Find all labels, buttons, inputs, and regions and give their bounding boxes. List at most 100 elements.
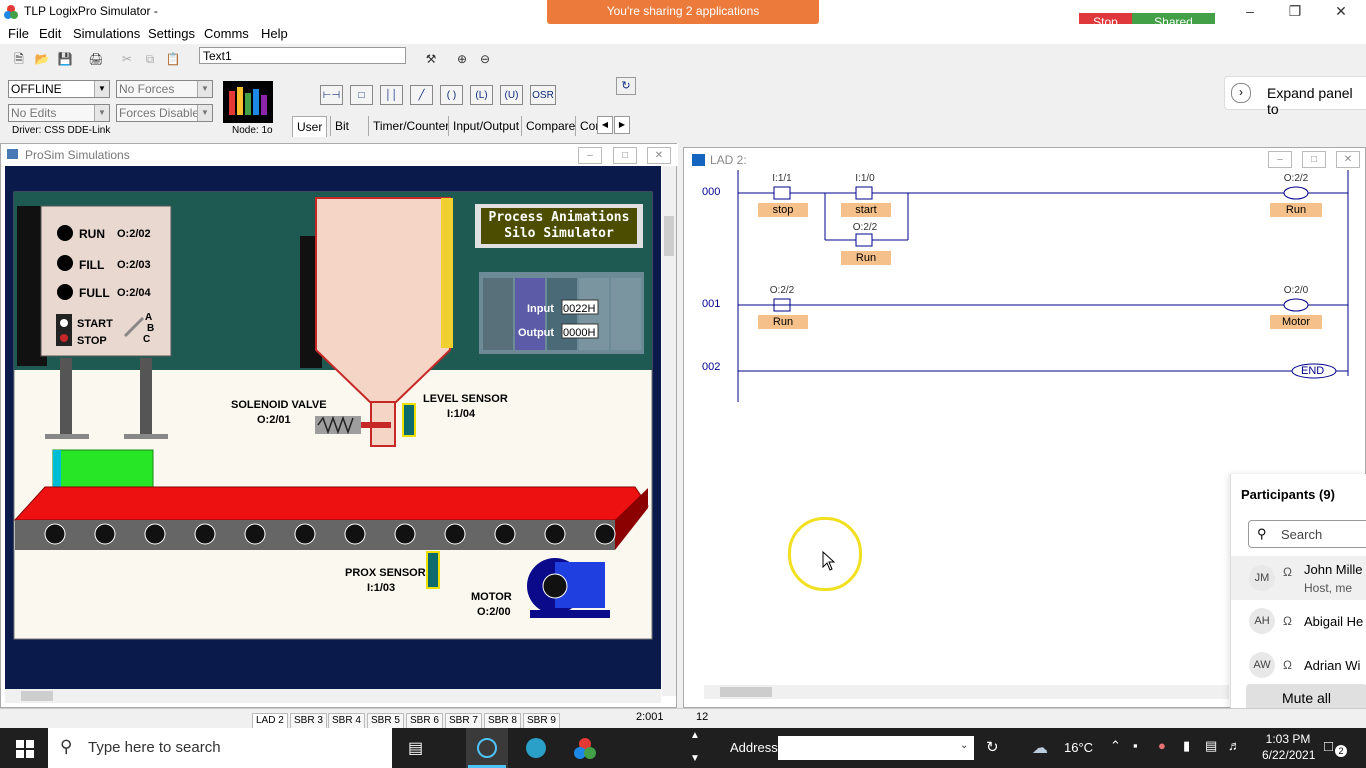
refresh-icon[interactable]: ↻: [986, 738, 999, 756]
rung-number[interactable]: 002: [702, 361, 720, 373]
horizontal-scrollbar[interactable]: [5, 689, 661, 703]
instr-branch-icon[interactable]: ⊢⊣: [320, 85, 343, 105]
tab-lad-2[interactable]: LAD 2: [252, 713, 288, 729]
tools-icon[interactable]: ⚒: [420, 48, 442, 70]
abc-a-label[interactable]: A: [145, 312, 152, 323]
instr-xic-icon[interactable]: ││: [380, 85, 403, 105]
abc-b-label[interactable]: B: [147, 323, 154, 334]
tab-compare[interactable]: Compare: [521, 116, 579, 136]
edits-select[interactable]: No Edits ▼: [8, 104, 110, 122]
clock-date[interactable]: 6/22/2021: [1262, 748, 1315, 762]
maximize-icon[interactable]: □: [613, 147, 637, 164]
scroll-thumb[interactable]: [664, 216, 674, 256]
microphone-icon[interactable]: ▮: [1183, 738, 1190, 754]
chevron-down-icon[interactable]: ⌄: [960, 740, 968, 751]
refresh-icon[interactable]: ↻: [616, 77, 636, 95]
vertical-scrollbar[interactable]: [662, 166, 676, 696]
windows-start-icon[interactable]: [16, 740, 34, 758]
taskbar-app-browser-icon[interactable]: [526, 738, 546, 758]
contact-tag[interactable]: Run: [841, 251, 891, 265]
close-icon[interactable]: ✕: [1318, 0, 1364, 24]
abc-c-label[interactable]: C: [143, 334, 150, 345]
tab-bit[interactable]: Bit: [330, 116, 353, 136]
coil-tag[interactable]: Run: [1270, 203, 1322, 217]
text-input[interactable]: Text1: [199, 47, 406, 64]
menu-settings[interactable]: Settings: [148, 26, 195, 41]
contact-tag[interactable]: Run: [758, 315, 808, 329]
minimize-icon[interactable]: –: [578, 147, 602, 164]
tab-sbr-8[interactable]: SBR 8: [484, 713, 521, 729]
close-icon[interactable]: ✕: [1336, 151, 1360, 168]
tab-sbr-6[interactable]: SBR 6: [406, 713, 443, 729]
zoom-out-icon[interactable]: ⊖: [474, 48, 496, 70]
paste-icon[interactable]: 📋: [162, 48, 184, 70]
taskbar-app-cortana[interactable]: [466, 728, 508, 768]
taskbar-logixpro-icon[interactable]: [573, 737, 597, 761]
menu-comms[interactable]: Comms: [204, 26, 249, 41]
tab-scroll-left-icon[interactable]: ◀: [597, 116, 613, 134]
tab-timer-counter[interactable]: Timer/Counter: [368, 116, 453, 136]
task-view-icon[interactable]: ▤: [408, 738, 423, 758]
participant-item[interactable]: AW Ω Adrian Wi: [1231, 650, 1366, 682]
instr-ote-icon[interactable]: ( ): [440, 85, 463, 105]
tab-sbr-3[interactable]: SBR 3: [290, 713, 327, 729]
weather-temperature[interactable]: 16°C: [1064, 740, 1093, 755]
rung-number[interactable]: 000: [702, 186, 720, 198]
address-input[interactable]: ⌄: [778, 736, 974, 760]
open-folder-icon[interactable]: 📂: [31, 48, 53, 70]
instr-otu-icon[interactable]: (U): [500, 85, 523, 105]
end-instruction[interactable]: END: [1301, 365, 1324, 377]
forces-select[interactable]: No Forces ▼: [116, 80, 213, 98]
volume-icon[interactable]: ♬: [1228, 738, 1241, 753]
taskbar-search-input[interactable]: ⚲ Type here to search: [48, 728, 392, 768]
mode-select[interactable]: OFFLINE ▼: [8, 80, 110, 98]
coil-tag[interactable]: Motor: [1270, 315, 1322, 329]
horizontal-scrollbar[interactable]: [704, 685, 1229, 699]
plc-logo-icon[interactable]: [223, 81, 273, 123]
tab-scroll-right-icon[interactable]: ▶: [614, 116, 630, 134]
tab-user[interactable]: User: [292, 116, 328, 137]
rung-number[interactable]: 001: [702, 298, 720, 310]
tab-sbr-9[interactable]: SBR 9: [523, 713, 560, 729]
notification-center-icon[interactable]: □ 2: [1322, 736, 1347, 758]
save-icon[interactable]: 💾: [54, 48, 76, 70]
tab-sbr-5[interactable]: SBR 5: [367, 713, 404, 729]
new-file-icon[interactable]: 🗎: [8, 48, 30, 70]
menu-file[interactable]: File: [8, 26, 29, 41]
scroll-thumb[interactable]: [21, 691, 53, 701]
forces-enabled-select[interactable]: Forces Disabled ▼: [116, 104, 213, 122]
silo-simulation-canvas[interactable]: RUN O:2/02 FILL O:2/03 FULL O:2/04 START…: [5, 166, 661, 696]
menu-simulations[interactable]: Simulations: [73, 26, 140, 41]
instr-osr-button[interactable]: OSR: [530, 85, 556, 105]
minimize-icon[interactable]: –: [1268, 151, 1292, 168]
tab-sbr-7[interactable]: SBR 7: [445, 713, 482, 729]
restore-icon[interactable]: ❐: [1272, 0, 1318, 24]
cut-icon[interactable]: ✂: [116, 48, 138, 70]
tab-input-output[interactable]: Input/Output: [448, 116, 523, 136]
participant-search-input[interactable]: ⚲ Search: [1248, 520, 1366, 548]
contact-tag[interactable]: start: [841, 203, 891, 217]
instr-rung-icon[interactable]: □: [350, 85, 373, 105]
menu-edit[interactable]: Edit: [39, 26, 61, 41]
scroll-down-icon[interactable]: ▼: [690, 753, 700, 764]
participant-item[interactable]: JM Ω John Mille Host, me: [1231, 556, 1366, 600]
clock-time[interactable]: 1:03 PM: [1262, 732, 1314, 746]
scroll-thumb[interactable]: [720, 687, 772, 697]
network-warning-icon[interactable]: ●: [1158, 738, 1166, 753]
scroll-up-icon[interactable]: ▲: [690, 730, 700, 741]
minimize-icon[interactable]: –: [1227, 0, 1273, 24]
close-icon[interactable]: ✕: [647, 147, 671, 164]
expand-panel-button[interactable]: › Expand panel to: [1224, 76, 1366, 117]
contact-tag[interactable]: stop: [758, 203, 808, 217]
start-button[interactable]: START: [77, 318, 113, 330]
menu-help[interactable]: Help: [261, 26, 288, 41]
maximize-icon[interactable]: □: [1302, 151, 1326, 168]
zoom-in-icon[interactable]: ⊕: [451, 48, 473, 70]
video-off-icon[interactable]: ▪: [1133, 738, 1138, 753]
instr-otl-icon[interactable]: (L): [470, 85, 493, 105]
stop-button[interactable]: STOP: [77, 335, 107, 347]
sharing-banner[interactable]: You're sharing 2 applications: [547, 0, 819, 24]
instr-xio-icon[interactable]: ╱: [410, 85, 433, 105]
tab-sbr-4[interactable]: SBR 4: [328, 713, 365, 729]
participant-item[interactable]: AH Ω Abigail He: [1231, 606, 1366, 638]
